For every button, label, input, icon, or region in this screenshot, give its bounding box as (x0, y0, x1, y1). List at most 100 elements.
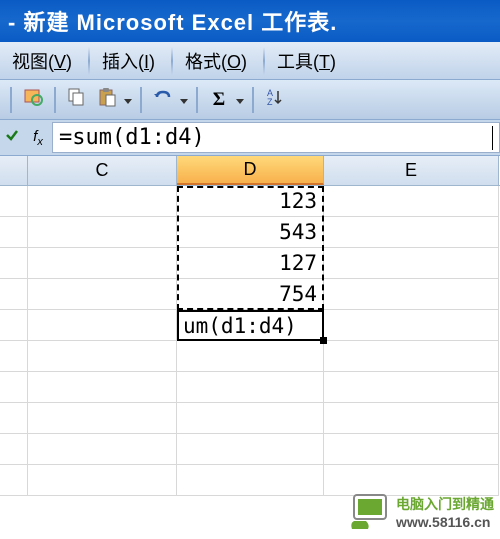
undo-button[interactable] (150, 87, 176, 113)
sort-asc-button[interactable]: AZ (262, 87, 288, 113)
check-icon (5, 128, 19, 147)
autosum-dropdown[interactable] (234, 87, 246, 113)
copy-button[interactable] (64, 87, 90, 113)
spreadsheet-grid: C D E 123 543 127 754 (0, 156, 500, 496)
toolbar-separator (140, 87, 142, 113)
formula-bar: fx =sum(d1:d4) (0, 120, 500, 156)
toolbar-separator (10, 87, 12, 113)
toolbar-separator (252, 87, 254, 113)
cell-d7[interactable] (177, 372, 324, 403)
cell-d8[interactable] (177, 403, 324, 434)
svg-text:Z: Z (267, 97, 273, 107)
cell-e6[interactable] (324, 341, 499, 372)
cell-d2[interactable]: 543 (177, 217, 324, 248)
preview-icon (23, 87, 43, 112)
cell[interactable] (0, 217, 28, 248)
chevron-down-icon (236, 91, 244, 109)
watermark-text: 电脑入门到精通 www.58116.cn (396, 494, 494, 530)
active-cell-text: um(d1:d4) (183, 314, 297, 338)
chevron-down-icon (124, 91, 132, 109)
watermark-line2: www.58116.cn (396, 514, 494, 530)
column-header-partial[interactable] (0, 156, 28, 185)
cell[interactable] (0, 403, 28, 434)
title-bar: - 新建 Microsoft Excel 工作表. (0, 0, 500, 42)
watermark-icon (348, 491, 390, 533)
sort-asc-icon: AZ (265, 87, 285, 112)
cell-e5[interactable] (324, 310, 499, 341)
cell-d6[interactable] (177, 341, 324, 372)
menu-format[interactable]: 格式(O) (177, 44, 259, 78)
grid-row (0, 434, 500, 465)
paste-dropdown[interactable] (122, 87, 134, 113)
cell-c1[interactable] (28, 186, 177, 217)
copy-icon (67, 87, 87, 112)
cell-d9[interactable] (177, 434, 324, 465)
text-cursor (492, 126, 493, 150)
grid-row: 754 (0, 279, 500, 310)
cell[interactable] (0, 310, 28, 341)
cell-d1[interactable]: 123 (177, 186, 324, 217)
column-headers: C D E (0, 156, 500, 186)
cell-c7[interactable] (28, 372, 177, 403)
cell[interactable] (0, 434, 28, 465)
cell-c5[interactable] (28, 310, 177, 341)
cell[interactable] (0, 279, 28, 310)
cell[interactable] (0, 465, 28, 496)
cell-e1[interactable] (324, 186, 499, 217)
cell-c4[interactable] (28, 279, 177, 310)
grid-rows: 123 543 127 754 (0, 186, 500, 496)
menu-view[interactable]: 视图(V) (4, 44, 84, 78)
cell-c3[interactable] (28, 248, 177, 279)
paste-icon (97, 87, 117, 112)
cell[interactable] (0, 341, 28, 372)
fx-icon: fx (33, 128, 43, 148)
grid-row (0, 372, 500, 403)
undo-icon (153, 87, 173, 112)
grid-row (0, 403, 500, 434)
paste-button[interactable] (94, 87, 120, 113)
cell-e8[interactable] (324, 403, 499, 434)
cell-e4[interactable] (324, 279, 499, 310)
grid-row (0, 341, 500, 372)
autosum-button[interactable]: Σ (206, 87, 232, 113)
undo-dropdown[interactable] (178, 87, 190, 113)
cell[interactable] (0, 186, 28, 217)
toolbar-separator (196, 87, 198, 113)
sigma-icon: Σ (213, 89, 225, 111)
formula-input-container[interactable]: =sum(d1:d4) (52, 122, 500, 153)
menu-separator (171, 47, 173, 75)
cell-e9[interactable] (324, 434, 499, 465)
window-title: - 新建 Microsoft Excel 工作表. (8, 5, 337, 37)
grid-row: 543 (0, 217, 500, 248)
cell-e7[interactable] (324, 372, 499, 403)
cell-d10[interactable] (177, 465, 324, 496)
cell-d4[interactable]: 754 (177, 279, 324, 310)
watermark-line1: 电脑入门到精通 (396, 494, 494, 514)
cell-e3[interactable] (324, 248, 499, 279)
cell-c8[interactable] (28, 403, 177, 434)
preview-button[interactable] (20, 87, 46, 113)
cell[interactable] (0, 248, 28, 279)
menu-separator (88, 47, 90, 75)
cell-c10[interactable] (28, 465, 177, 496)
formula-confirm-button[interactable] (0, 120, 24, 156)
watermark: 电脑入门到精通 www.58116.cn (348, 491, 494, 533)
menu-insert[interactable]: 插入(I) (94, 44, 167, 78)
fx-label[interactable]: fx (24, 128, 52, 148)
cell[interactable] (0, 372, 28, 403)
cell-c6[interactable] (28, 341, 177, 372)
cell-c2[interactable] (28, 217, 177, 248)
formula-input[interactable]: =sum(d1:d4) (59, 125, 492, 150)
column-header-d[interactable]: D (177, 156, 324, 185)
grid-row: 123 (0, 186, 500, 217)
column-header-e[interactable]: E (324, 156, 499, 185)
cell-c9[interactable] (28, 434, 177, 465)
toolbar-separator (54, 87, 56, 113)
grid-row: 127 (0, 248, 500, 279)
menu-tools[interactable]: 工具(T) (269, 44, 348, 78)
column-header-c[interactable]: C (28, 156, 177, 185)
cell-e2[interactable] (324, 217, 499, 248)
toolbar: Σ AZ (0, 80, 500, 120)
menu-separator (263, 47, 265, 75)
cell-d3[interactable]: 127 (177, 248, 324, 279)
